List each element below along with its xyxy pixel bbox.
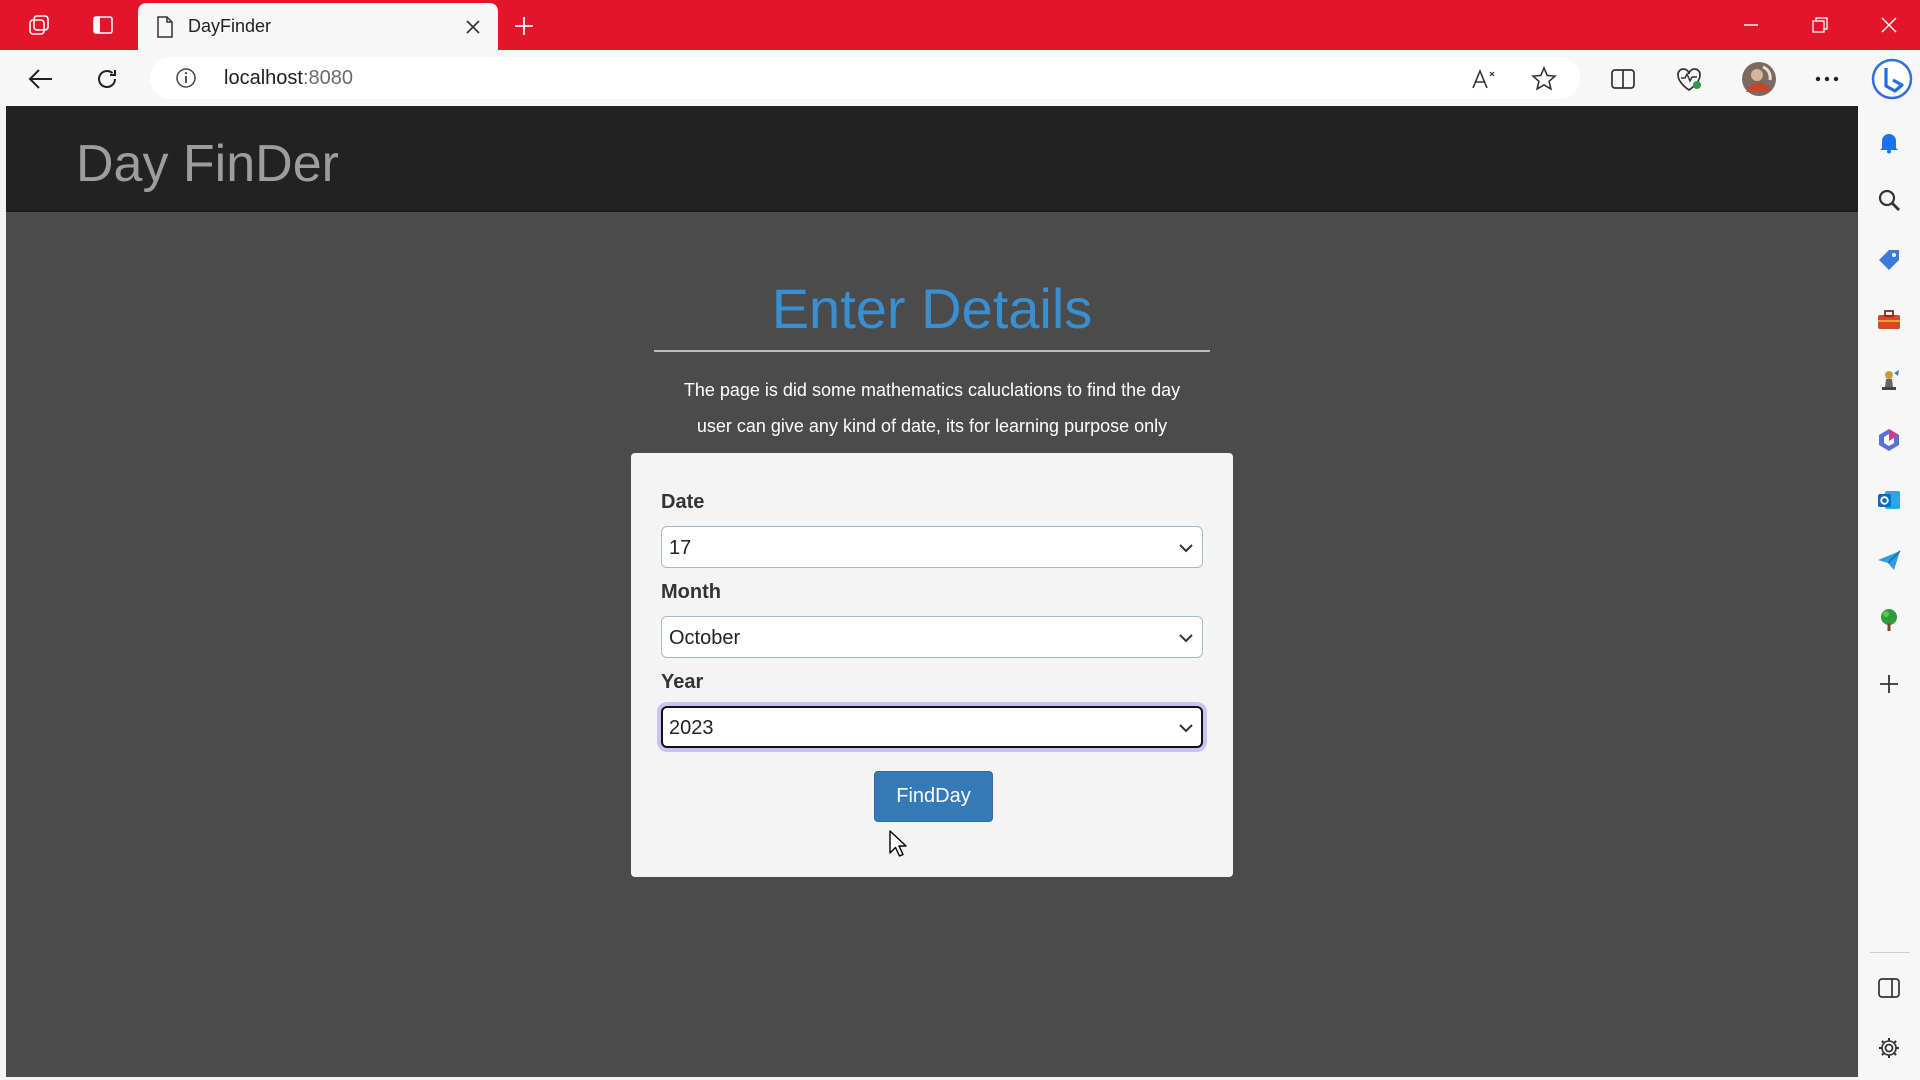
send-icon[interactable]	[1873, 544, 1905, 576]
close-window-icon[interactable]	[1866, 8, 1912, 42]
month-select[interactable]: October	[661, 616, 1203, 658]
year-select-value: 2023	[669, 717, 714, 739]
month-label: Month	[661, 581, 721, 603]
copilot-icon[interactable]	[1871, 58, 1913, 100]
brand-title[interactable]: Day FinDer	[76, 134, 339, 194]
date-select[interactable]: 17	[661, 526, 1203, 568]
minimize-icon[interactable]	[1728, 8, 1774, 42]
profile-avatar[interactable]	[1740, 60, 1778, 98]
settings-icon[interactable]	[1873, 1032, 1905, 1064]
find-day-button[interactable]: FindDay	[874, 771, 993, 822]
tab-dayfinder[interactable]: DayFinder	[138, 3, 498, 50]
description-line-1: The page is did some mathematics calucla…	[683, 380, 1181, 400]
tree-icon[interactable]	[1873, 604, 1905, 636]
page-icon	[154, 15, 176, 38]
site-navbar: Day FinDer	[6, 106, 1858, 212]
tab-title: DayFinder	[188, 16, 272, 36]
tab-actions-icon[interactable]	[88, 10, 118, 40]
mouse-cursor-icon	[889, 830, 907, 857]
url-host: localhost	[224, 67, 303, 89]
tab-bar: DayFinder	[0, 0, 1920, 50]
add-icon[interactable]	[1873, 668, 1905, 700]
month-select-value: October	[669, 627, 741, 649]
toolbar: localhost:8080	[0, 50, 1920, 106]
refresh-icon[interactable]	[88, 60, 126, 98]
date-label: Date	[661, 491, 705, 513]
restore-icon[interactable]	[1797, 8, 1843, 42]
new-tab-icon[interactable]	[508, 10, 540, 42]
m365-icon[interactable]	[1873, 424, 1905, 456]
url-port: :8080	[302, 67, 353, 89]
edge-sidebar	[1858, 106, 1920, 1080]
read-aloud-icon[interactable]	[1468, 63, 1500, 95]
workspaces-icon[interactable]	[24, 10, 54, 40]
address-bar[interactable]: localhost:8080	[150, 57, 1580, 99]
date-form-card: Date 17 Month October Year 2023 FindDay	[631, 453, 1233, 877]
url-text: localhost:8080	[224, 67, 353, 90]
favorite-star-icon[interactable]	[1528, 63, 1560, 95]
site-info-icon[interactable]	[174, 66, 198, 90]
close-tab-icon[interactable]	[456, 10, 490, 44]
search-icon[interactable]	[1873, 184, 1905, 216]
more-options-icon[interactable]	[1808, 60, 1846, 98]
chevron-down-icon	[1176, 628, 1196, 648]
heading-divider	[654, 350, 1210, 352]
web-page: Day FinDer Enter Details The page is did…	[6, 106, 1858, 1077]
date-select-value: 17	[669, 537, 692, 559]
browser-essentials-icon[interactable]	[1670, 60, 1708, 98]
year-select[interactable]: 2023	[661, 706, 1203, 748]
bell-icon[interactable]	[1873, 126, 1905, 158]
page-heading: Enter Details	[771, 277, 1093, 340]
sidebar-divider	[1870, 952, 1910, 953]
chevron-down-icon	[1176, 538, 1196, 558]
outlook-icon[interactable]	[1873, 484, 1905, 516]
back-arrow-icon[interactable]	[22, 60, 60, 98]
split-panel-icon[interactable]	[1873, 972, 1905, 1004]
chevron-down-icon	[1176, 718, 1196, 738]
description-line-2: user can give any kind of date, its for …	[696, 416, 1168, 436]
chess-icon[interactable]	[1873, 364, 1905, 396]
split-screen-icon[interactable]	[1604, 60, 1642, 98]
tag-icon[interactable]	[1873, 244, 1905, 276]
year-label: Year	[661, 671, 704, 693]
briefcase-icon[interactable]	[1873, 304, 1905, 336]
